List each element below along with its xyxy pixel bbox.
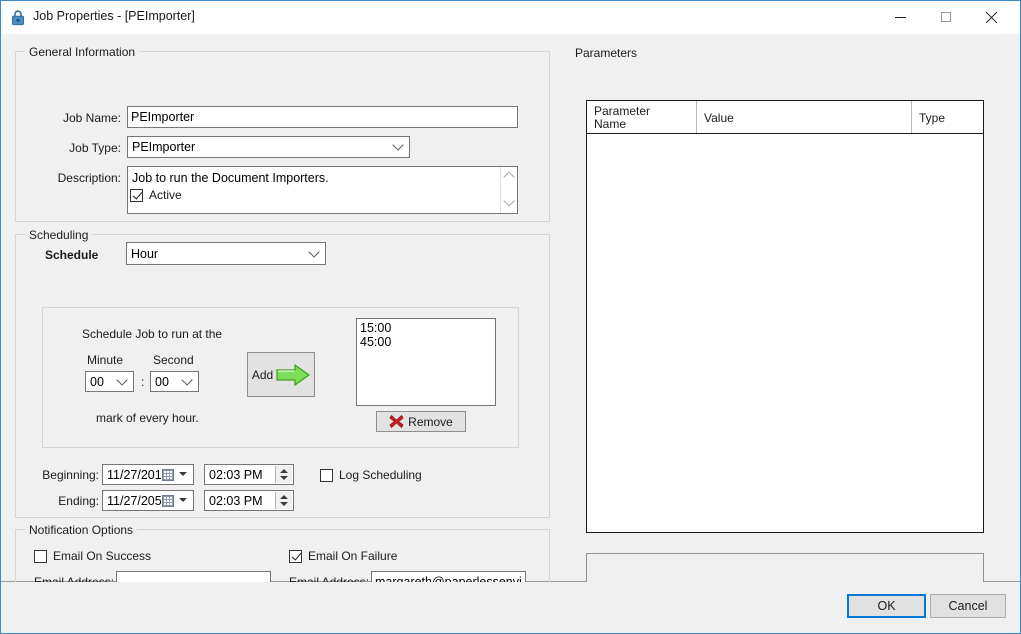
chevron-down-icon bbox=[179, 497, 187, 502]
add-button[interactable]: Add bbox=[247, 352, 315, 397]
schedule-frequency-value: Hour bbox=[131, 246, 159, 261]
beginning-date-picker[interactable]: 11/27/2018 bbox=[102, 464, 194, 485]
second-select[interactable]: 00 bbox=[150, 371, 199, 392]
time-spinner[interactable] bbox=[275, 492, 292, 509]
add-button-label: Add bbox=[251, 367, 274, 382]
spinner-down-icon[interactable] bbox=[280, 502, 288, 506]
active-checkbox[interactable]: Active bbox=[130, 188, 182, 202]
log-scheduling-checkbox[interactable]: Log Scheduling bbox=[320, 468, 422, 482]
dialog-content: General Information Job Name: Job Type: … bbox=[1, 34, 1020, 607]
spinner-up-icon[interactable] bbox=[280, 495, 288, 499]
minimize-icon bbox=[894, 16, 906, 18]
list-item[interactable]: 15:00 bbox=[360, 321, 495, 335]
maximize-button[interactable] bbox=[923, 1, 969, 33]
ending-date-value: 11/27/2050 bbox=[107, 493, 169, 508]
minute-value: 00 bbox=[90, 374, 104, 389]
beginning-date-value: 11/27/2018 bbox=[107, 467, 169, 482]
checkbox-box bbox=[130, 188, 143, 202]
notification-options-legend: Notification Options bbox=[25, 523, 138, 537]
remove-button-label: Remove bbox=[408, 414, 453, 429]
time-separator: : bbox=[141, 375, 145, 389]
job-type-value: PEImporter bbox=[132, 140, 196, 154]
description-label: Description: bbox=[57, 171, 121, 185]
schedule-times-listbox[interactable]: 15:00 45:00 bbox=[356, 318, 496, 406]
email-on-success-checkbox[interactable]: Email On Success bbox=[34, 549, 151, 563]
minimize-button[interactable] bbox=[877, 1, 923, 33]
job-type-label: Job Type: bbox=[69, 141, 121, 155]
chevron-down-icon bbox=[308, 245, 320, 258]
chevron-down-icon bbox=[181, 373, 193, 386]
green-arrow-right-icon bbox=[276, 363, 311, 386]
mark-text: mark of every hour. bbox=[96, 411, 199, 425]
schedule-label: Schedule bbox=[45, 248, 99, 262]
ending-time-picker[interactable]: 02:03 PM bbox=[204, 490, 294, 511]
chevron-down-icon bbox=[179, 471, 187, 476]
minute-select[interactable]: 00 bbox=[85, 371, 134, 392]
column-header-line2: Name bbox=[594, 117, 627, 131]
red-x-icon bbox=[389, 415, 404, 428]
checkbox-box bbox=[289, 549, 302, 563]
general-information-legend: General Information bbox=[25, 45, 140, 59]
job-name-label: Job Name: bbox=[62, 111, 121, 125]
second-value: 00 bbox=[155, 374, 169, 389]
scroll-up-icon[interactable] bbox=[503, 171, 515, 183]
ending-label: Ending: bbox=[58, 494, 99, 508]
cancel-button-label: Cancel bbox=[948, 599, 988, 613]
checkbox-box bbox=[320, 468, 333, 482]
ok-button[interactable]: OK bbox=[847, 594, 926, 618]
list-item[interactable]: 45:00 bbox=[360, 335, 495, 349]
schedule-frequency-select[interactable]: Hour bbox=[126, 242, 326, 265]
parameters-legend: Parameters bbox=[571, 46, 642, 60]
beginning-time-picker[interactable]: 02:03 PM bbox=[204, 464, 294, 485]
table-header-row: Parameter Name Value Type bbox=[587, 101, 983, 134]
ending-date-picker[interactable]: 11/27/2050 bbox=[102, 490, 194, 511]
parameters-table[interactable]: Parameter Name Value Type bbox=[586, 100, 984, 533]
close-button[interactable] bbox=[968, 1, 1014, 33]
job-properties-window: Job Properties - [PEImporter] General In… bbox=[0, 0, 1021, 634]
email-on-failure-checkbox[interactable]: Email On Failure bbox=[289, 549, 397, 563]
ok-button-label: OK bbox=[877, 599, 896, 613]
cancel-button[interactable]: Cancel bbox=[930, 594, 1006, 618]
spinner-down-icon[interactable] bbox=[280, 476, 288, 480]
job-type-select[interactable]: PEImporter bbox=[127, 136, 410, 158]
email-on-success-label: Email On Success bbox=[53, 549, 152, 563]
title-bar: Job Properties - [PEImporter] bbox=[1, 1, 1020, 35]
scroll-down-icon[interactable] bbox=[503, 195, 515, 207]
column-header-type[interactable]: Type bbox=[912, 101, 983, 133]
description-scrollbar[interactable] bbox=[500, 167, 517, 213]
maximize-icon bbox=[941, 12, 951, 22]
remove-button[interactable]: Remove bbox=[376, 411, 466, 432]
calendar-icon bbox=[162, 494, 174, 507]
second-label: Second bbox=[153, 353, 194, 367]
beginning-label: Beginning: bbox=[42, 468, 99, 482]
ending-time-value: 02:03 PM bbox=[209, 493, 263, 508]
column-header-value[interactable]: Value bbox=[697, 101, 912, 133]
scheduling-legend: Scheduling bbox=[25, 228, 93, 242]
log-scheduling-label: Log Scheduling bbox=[339, 468, 422, 482]
checkbox-box bbox=[34, 549, 47, 563]
job-name-input[interactable] bbox=[127, 106, 518, 128]
run-at-text: Schedule Job to run at the bbox=[82, 327, 223, 341]
chevron-down-icon bbox=[392, 139, 404, 151]
calendar-icon bbox=[162, 468, 174, 481]
chevron-down-icon bbox=[116, 373, 128, 386]
close-icon bbox=[985, 11, 998, 24]
lock-icon bbox=[10, 9, 26, 26]
description-value: Job to run the Document Importers. bbox=[132, 171, 329, 185]
beginning-time-value: 02:03 PM bbox=[209, 467, 263, 482]
active-label: Active bbox=[149, 188, 182, 202]
column-header-parameter-name[interactable]: Parameter Name bbox=[587, 101, 697, 133]
time-spinner[interactable] bbox=[275, 466, 292, 483]
description-textarea[interactable]: Job to run the Document Importers. bbox=[127, 166, 518, 214]
minute-label: Minute bbox=[87, 353, 124, 367]
window-title: Job Properties - [PEImporter] bbox=[33, 9, 195, 23]
email-on-failure-label: Email On Failure bbox=[308, 549, 398, 563]
spinner-up-icon[interactable] bbox=[280, 469, 288, 473]
